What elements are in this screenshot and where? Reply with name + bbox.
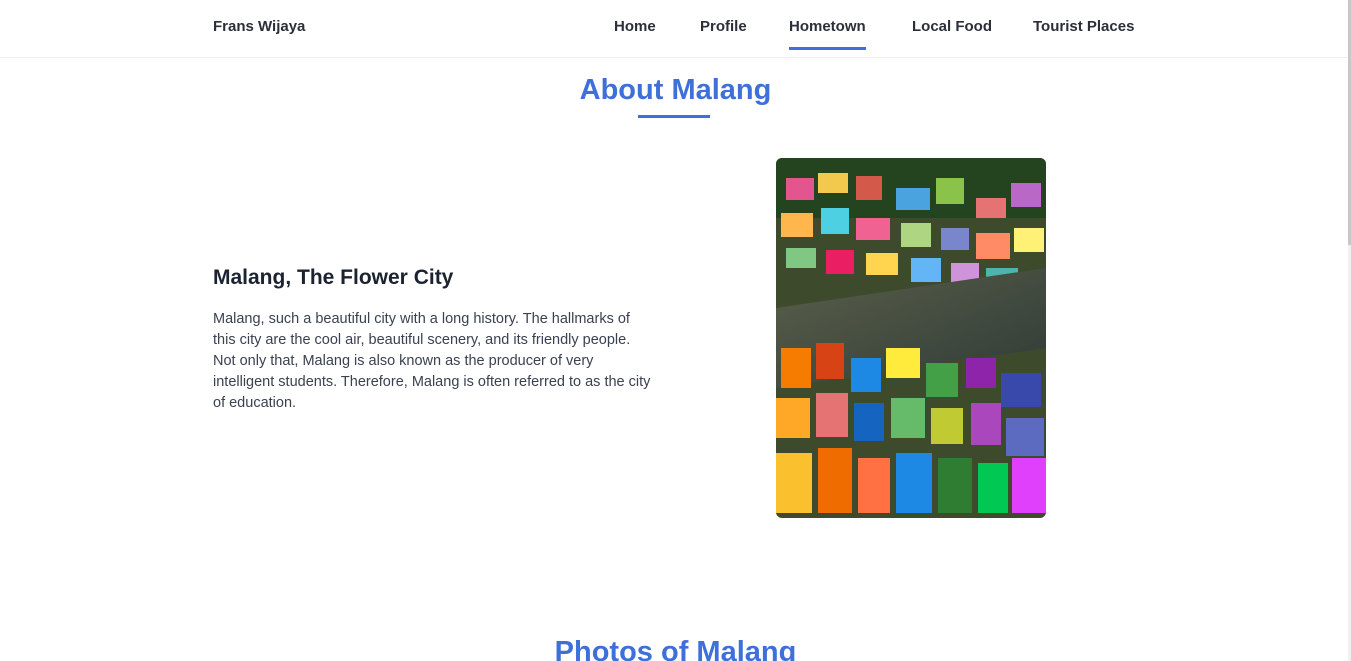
malang-aerial-photo	[776, 158, 1046, 518]
about-section-title: About Malang	[579, 74, 772, 106]
nav-menu: Home Profile Hometown Local Food Tourist…	[0, 18, 1351, 58]
about-description: Malang, such a beautiful city with a lon…	[213, 311, 651, 411]
navbar: Frans Wijaya Home Profile Hometown Local…	[0, 0, 1351, 58]
title-underline	[638, 115, 710, 118]
nav-item-home[interactable]: Home	[614, 18, 656, 50]
nav-item-tourist-places[interactable]: Tourist Places	[1033, 18, 1134, 50]
photos-section-title: Photos of Malang	[554, 636, 797, 661]
nav-item-local-food[interactable]: Local Food	[912, 18, 992, 50]
nav-item-profile[interactable]: Profile	[700, 18, 747, 50]
nav-item-hometown[interactable]: Hometown	[789, 18, 866, 50]
about-heading: Malang, The Flower City	[213, 266, 454, 289]
